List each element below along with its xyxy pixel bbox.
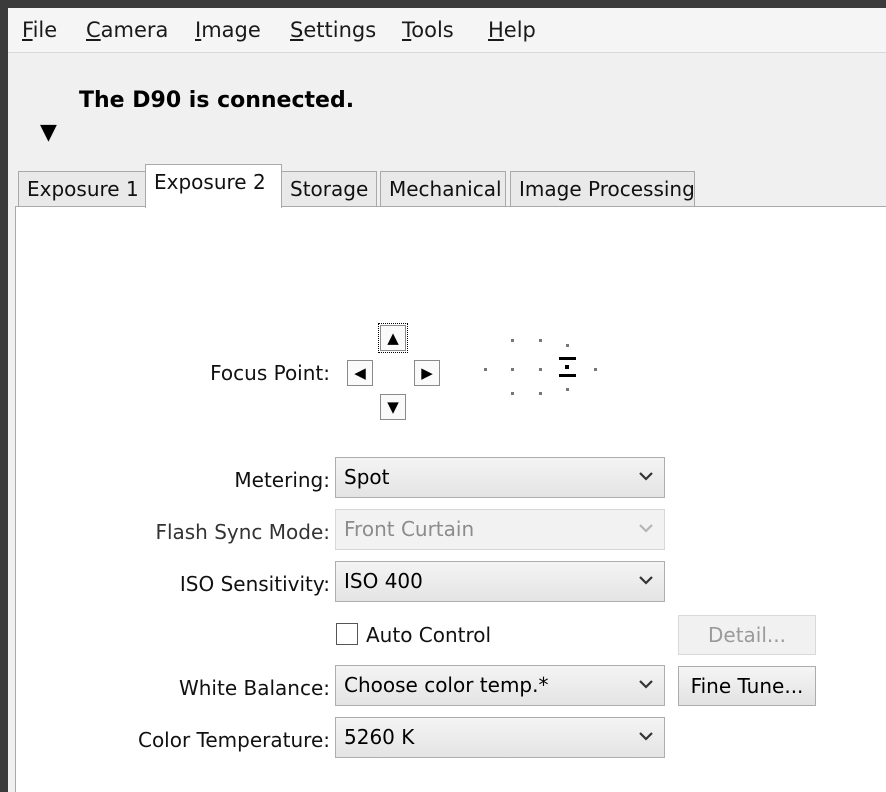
- iso-sensitivity-dropdown[interactable]: ISO 400: [335, 561, 665, 602]
- menu-tools[interactable]: Tools: [402, 18, 454, 42]
- tab-mechanical[interactable]: Mechanical: [380, 171, 506, 207]
- focus-right-button[interactable]: ▶: [414, 360, 440, 386]
- white-balance-label: White Balance:: [178, 676, 330, 700]
- menu-file[interactable]: File: [22, 18, 57, 42]
- collapse-toggle-icon[interactable]: ▼: [40, 122, 57, 144]
- tab-exposure-2[interactable]: Exposure 2: [145, 164, 282, 208]
- menu-settings[interactable]: Settings: [290, 18, 376, 42]
- menu-camera[interactable]: Camera: [86, 18, 168, 42]
- arrow-down-icon: ▼: [387, 398, 399, 416]
- focus-left-button[interactable]: ◀: [347, 360, 373, 386]
- focus-point-label: Focus Point:: [210, 361, 330, 385]
- white-balance-dropdown[interactable]: Choose color temp.*: [335, 665, 665, 706]
- auto-control-checkbox[interactable]: [336, 623, 358, 645]
- flash-sync-mode-dropdown[interactable]: Front Curtain: [335, 509, 665, 550]
- color-temperature-value: 5260 K: [344, 725, 415, 749]
- white-balance-value: Choose color temp.*: [344, 673, 549, 697]
- camera-control-window: File Camera Image Settings Tools Help Th…: [8, 8, 886, 792]
- metering-value: Spot: [344, 465, 390, 489]
- menu-help[interactable]: Help: [488, 18, 536, 42]
- menu-image[interactable]: Image: [195, 18, 261, 42]
- flash-sync-mode-value: Front Curtain: [344, 517, 475, 541]
- iso-sensitivity-value: ISO 400: [344, 569, 423, 593]
- tab-storage[interactable]: Storage: [281, 171, 377, 207]
- iso-sensitivity-label: ISO Sensitivity:: [179, 572, 330, 596]
- chevron-down-icon: [639, 524, 653, 533]
- metering-label: Metering:: [234, 468, 330, 492]
- connection-status: The D90 is connected.: [79, 88, 355, 113]
- tab-panel-exposure-2: Focus Point: ▲ ◀ ▶ ▼ Metering: Spot Flas…: [15, 206, 886, 792]
- color-temperature-dropdown[interactable]: 5260 K: [335, 717, 665, 758]
- arrow-up-icon: ▲: [387, 329, 399, 347]
- color-temperature-label: Color Temperature:: [137, 728, 330, 752]
- chevron-down-icon: [639, 472, 653, 481]
- metering-dropdown[interactable]: Spot: [335, 457, 665, 498]
- focus-down-button[interactable]: ▼: [380, 394, 406, 420]
- tab-image-processing[interactable]: Image Processing: [510, 171, 695, 207]
- auto-control-label: Auto Control: [366, 623, 492, 647]
- focus-up-button[interactable]: ▲: [378, 323, 408, 353]
- focus-point-grid: [476, 335, 606, 395]
- flash-sync-mode-label: Flash Sync Mode:: [155, 520, 330, 544]
- detail-button[interactable]: Detail...: [678, 615, 816, 655]
- fine-tune-button[interactable]: Fine Tune...: [678, 666, 816, 706]
- arrow-right-icon: ▶: [421, 364, 433, 382]
- tab-exposure-1[interactable]: Exposure 1: [18, 171, 146, 207]
- chevron-down-icon: [639, 576, 653, 585]
- selected-focus-point-icon: [559, 357, 576, 377]
- menu-bar: File Camera Image Settings Tools Help: [8, 8, 886, 53]
- chevron-down-icon: [639, 732, 653, 741]
- arrow-left-icon: ◀: [354, 364, 366, 382]
- chevron-down-icon: [639, 680, 653, 689]
